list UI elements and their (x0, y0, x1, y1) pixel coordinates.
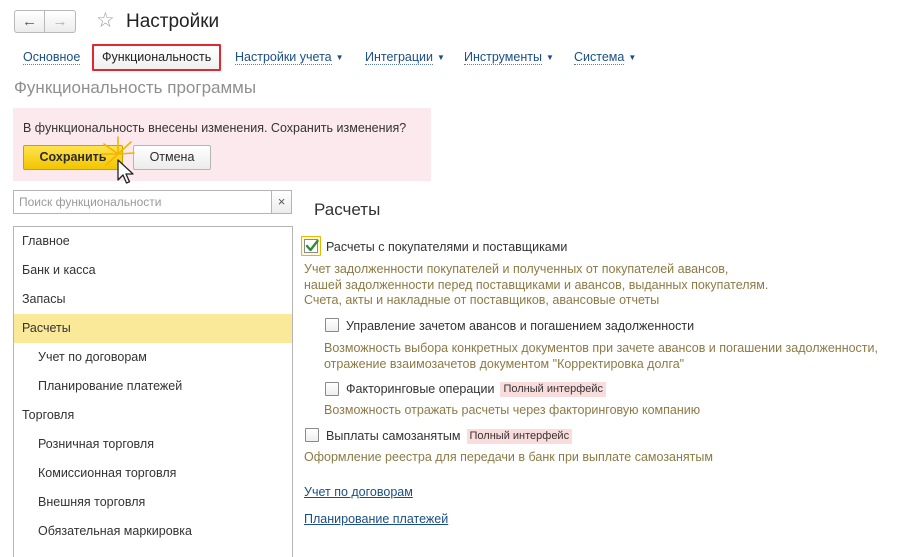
panel-title: Расчеты (314, 200, 381, 219)
tab-tools[interactable]: Инструменты ▼ (464, 44, 554, 71)
customers-description: Учет задолженности покупателей и получен… (304, 262, 769, 307)
list-item-payment-planning[interactable]: Планирование платежей (14, 372, 292, 401)
selfemployed-option: Выплаты самозанятым Полный интерфейс (326, 429, 573, 444)
customers-checkbox[interactable] (301, 236, 321, 256)
list-item-retail[interactable]: Розничная торговля (14, 430, 292, 459)
tab-system[interactable]: Система ▼ (574, 44, 636, 71)
list-item-commission[interactable]: Комиссионная торговля (14, 459, 292, 488)
arrow-left-icon: ← (22, 13, 37, 30)
mouse-pointer-icon (117, 159, 134, 184)
tab-main[interactable]: Основное (23, 44, 81, 71)
advances-description: Возможность выбора конкретных документов… (324, 341, 878, 371)
section-title: Функциональность программы (14, 78, 257, 97)
search-field (13, 190, 272, 214)
tab-integrations[interactable]: Интеграции ▼ (365, 44, 445, 71)
back-button[interactable]: ← (14, 10, 45, 33)
forward-button[interactable]: → (45, 10, 76, 33)
factoring-option: Факторинговые операции Полный интерфейс (346, 382, 607, 397)
save-button[interactable]: Сохранить (23, 145, 123, 170)
chevron-down-icon: ▼ (437, 53, 445, 62)
factoring-description: Возможность отражать расчеты через факто… (324, 403, 701, 417)
factoring-label[interactable]: Факторинговые операции (346, 382, 494, 396)
selfemployed-checkbox[interactable] (305, 428, 319, 442)
selfemployed-label[interactable]: Выплаты самозанятым (326, 429, 461, 443)
list-item-foreign-trade[interactable]: Внешняя торговля (14, 488, 292, 517)
notice-text: В функциональность внесены изменения. Со… (23, 121, 407, 135)
functionality-tree: Главное Банк и касса Запасы Расчеты Учет… (13, 226, 293, 557)
list-item-trade[interactable]: Торговля (14, 401, 292, 430)
list-item-marking[interactable]: Обязательная маркировка (14, 517, 292, 546)
advances-label[interactable]: Управление зачетом авансов и погашением … (346, 319, 694, 333)
list-item-bank-cash[interactable]: Банк и касса (14, 256, 292, 285)
list-item-inventory[interactable]: Запасы (14, 285, 292, 314)
factoring-checkbox[interactable] (325, 382, 339, 396)
advances-checkbox[interactable] (325, 318, 339, 332)
chevron-down-icon: ▼ (335, 53, 344, 62)
clear-search-button[interactable]: × (272, 190, 292, 214)
arrow-right-icon: → (52, 13, 68, 30)
selfemployed-description: Оформление реестра для передачи в банк п… (304, 450, 713, 464)
customers-label[interactable]: Расчеты с покупателями и поставщиками (326, 240, 567, 254)
unsaved-changes-notice: В функциональность внесены изменения. Со… (13, 108, 431, 181)
close-icon: × (277, 194, 286, 209)
full-interface-badge: Полный интерфейс (466, 429, 573, 444)
search-input[interactable] (14, 191, 271, 213)
chevron-down-icon: ▼ (545, 53, 554, 62)
tab-accounting-settings[interactable]: Настройки учета ▼ (235, 44, 344, 71)
payment-planning-link[interactable]: Планирование платежей (304, 512, 448, 526)
tab-functionality[interactable]: Функциональность (92, 44, 222, 71)
checkmark-icon (305, 239, 319, 252)
full-interface-badge: Полный интерфейс (500, 382, 607, 397)
list-item-settlements[interactable]: Расчеты (14, 314, 292, 343)
page-title: Настройки (126, 11, 220, 32)
chevron-down-icon: ▼ (628, 53, 637, 62)
contracts-link[interactable]: Учет по договорам (304, 485, 413, 499)
list-item-main[interactable]: Главное (14, 227, 292, 256)
star-icon[interactable]: ☆ (96, 9, 115, 33)
list-item-contracts[interactable]: Учет по договорам (14, 343, 292, 372)
cancel-button[interactable]: Отмена (133, 145, 211, 170)
